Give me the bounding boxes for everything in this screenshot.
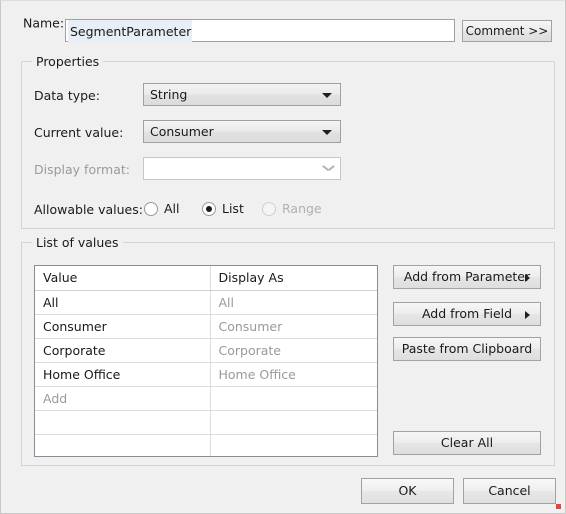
table-row[interactable]: [35, 434, 377, 456]
allowable-values-label: Allowable values:: [34, 202, 143, 217]
chevron-down-icon: [323, 165, 334, 172]
name-input-value: SegmentParameter: [68, 20, 193, 43]
table-row[interactable]: Home Office Home Office: [35, 362, 377, 387]
radio-label-list: List: [222, 201, 244, 216]
cell-value[interactable]: Corporate: [35, 338, 211, 363]
edit-parameter-dialog: Name: SegmentParameter Comment >> Proper…: [0, 0, 566, 514]
cell-display-as[interactable]: Home Office: [210, 362, 377, 387]
name-input[interactable]: SegmentParameter: [65, 19, 455, 43]
data-type-combobox[interactable]: String: [143, 83, 341, 106]
current-value-label: Current value:: [34, 125, 124, 140]
ok-button[interactable]: OK: [361, 478, 454, 504]
paste-from-clipboard-button[interactable]: Paste from Clipboard: [393, 337, 541, 361]
chevron-down-icon: [322, 93, 332, 98]
cell-display-as[interactable]: All: [210, 290, 377, 315]
table-row[interactable]: Consumer Consumer: [35, 314, 377, 339]
table-row[interactable]: Corporate Corporate: [35, 338, 377, 363]
cell-value[interactable]: [35, 434, 211, 456]
table-row-add[interactable]: Add: [35, 386, 377, 411]
clear-all-button[interactable]: Clear All: [393, 431, 541, 455]
radio-option-list[interactable]: List: [202, 201, 244, 216]
display-format-combobox[interactable]: [143, 157, 341, 180]
display-format-label: Display format:: [34, 162, 130, 177]
cell-display-as[interactable]: Consumer: [210, 314, 377, 339]
cell-display-as[interactable]: [210, 386, 377, 411]
cell-value[interactable]: [35, 410, 211, 435]
column-header-value[interactable]: Value: [35, 266, 211, 291]
table-header-row: Value Display As: [35, 266, 377, 291]
cell-value[interactable]: Home Office: [35, 362, 211, 387]
cell-value[interactable]: Consumer: [35, 314, 211, 339]
cell-display-as[interactable]: [210, 434, 377, 456]
name-label: Name:: [23, 15, 65, 31]
current-value-value: Consumer: [150, 124, 214, 139]
name-row: Name: SegmentParameter Comment >>: [1, 1, 566, 47]
resize-grip-marker: [556, 504, 561, 509]
radio-option-range: Range: [262, 201, 322, 216]
add-from-parameter-label: Add from Parameter: [403, 269, 531, 284]
data-type-label: Data type:: [34, 88, 100, 103]
caret-right-icon: [525, 311, 530, 319]
cell-display-as[interactable]: Corporate: [210, 338, 377, 363]
radio-label-all: All: [164, 201, 180, 216]
cell-display-as[interactable]: [210, 410, 377, 435]
cell-value[interactable]: All: [35, 290, 211, 315]
add-from-field-button[interactable]: Add from Field: [393, 302, 541, 326]
chevron-down-icon: [322, 130, 332, 135]
radio-label-range: Range: [282, 201, 322, 216]
radio-circle-icon: [144, 201, 158, 216]
table-row[interactable]: All All: [35, 290, 377, 315]
add-from-parameter-button[interactable]: Add from Parameter: [393, 265, 541, 289]
current-value-combobox[interactable]: Consumer: [143, 120, 341, 143]
radio-option-all[interactable]: All: [144, 201, 180, 216]
comment-button[interactable]: Comment >>: [462, 20, 552, 42]
add-from-field-label: Add from Field: [421, 306, 513, 321]
data-type-value: String: [150, 87, 188, 102]
properties-group-title: Properties: [32, 54, 104, 69]
values-table[interactable]: Value Display As All All Consumer Consum…: [34, 265, 378, 457]
cell-add-placeholder[interactable]: Add: [35, 386, 211, 411]
column-header-display-as[interactable]: Display As: [210, 266, 377, 291]
radio-circle-icon: [262, 201, 276, 216]
cancel-button[interactable]: Cancel: [463, 478, 556, 504]
caret-right-icon: [525, 274, 530, 282]
radio-circle-icon: [202, 201, 216, 216]
list-of-values-group-title: List of values: [32, 235, 123, 250]
table-row[interactable]: [35, 410, 377, 435]
